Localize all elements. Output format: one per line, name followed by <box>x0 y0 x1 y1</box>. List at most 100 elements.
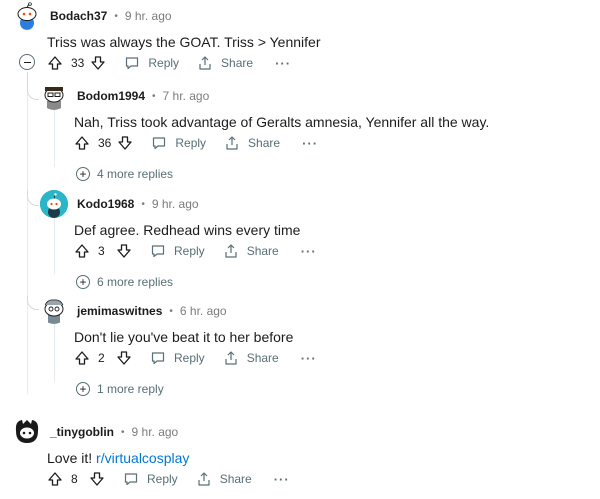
comment-time[interactable]: 9 hr. ago <box>125 9 172 23</box>
meta-separator: • <box>121 426 125 438</box>
vote-group: 36 <box>74 135 133 151</box>
share-label: Share <box>246 244 279 258</box>
comment-text: Love it! <box>47 450 97 466</box>
more-replies-link[interactable]: + 6 more replies <box>76 274 173 290</box>
share-button[interactable]: Share <box>196 471 252 487</box>
meta-separator: • <box>169 305 173 317</box>
upvote-icon[interactable] <box>74 350 90 366</box>
snoo-avatar-icon <box>40 190 68 218</box>
vote-group: 2 <box>74 350 132 366</box>
downvote-icon[interactable] <box>90 55 106 71</box>
avatar[interactable] <box>13 417 41 445</box>
share-button[interactable]: Share <box>224 135 280 151</box>
comment-body: Def agree. Redhead wins every time <box>74 222 301 238</box>
comment-body: Nah, Triss took advantage of Geralts amn… <box>74 114 490 130</box>
vote-count: 33 <box>71 56 85 70</box>
comment-time[interactable]: 9 hr. ago <box>152 197 199 211</box>
thread-line-kodo <box>54 218 55 274</box>
reply-button[interactable]: Reply <box>123 471 178 487</box>
avatar[interactable] <box>13 2 41 30</box>
more-options-button[interactable]: ··· <box>275 56 291 71</box>
reply-label: Reply <box>148 56 180 70</box>
comment-actions: 36 Reply Share ··· <box>74 133 318 153</box>
share-button[interactable]: Share <box>197 55 253 71</box>
upvote-icon[interactable] <box>47 471 63 487</box>
share-icon <box>199 56 211 70</box>
comment-author[interactable]: Bodach37 <box>50 9 107 23</box>
share-icon <box>226 136 238 150</box>
thread-curve-3 <box>27 296 39 310</box>
comment-actions: 33 Reply Share ··· <box>47 53 291 73</box>
more-replies-link[interactable]: + 4 more replies <box>76 166 173 182</box>
more-options-button[interactable]: ··· <box>302 136 318 151</box>
downvote-icon[interactable] <box>116 350 132 366</box>
share-label: Share <box>246 351 279 365</box>
upvote-icon[interactable] <box>74 243 90 259</box>
comment-actions: 8 Reply Share ··· <box>47 469 290 489</box>
comment-actions: 2 Reply Share ··· <box>74 348 317 368</box>
more-options-button[interactable]: ··· <box>301 351 317 366</box>
more-replies-link[interactable]: + 1 more reply <box>76 381 164 397</box>
downvote-icon[interactable] <box>89 471 105 487</box>
share-label: Share <box>219 472 252 486</box>
comment-author[interactable]: jemimaswitnes <box>77 304 162 318</box>
thread-line-bodom <box>54 110 55 167</box>
comment-meta: _tinygoblin • 9 hr. ago <box>50 424 178 440</box>
snoo-avatar-icon <box>15 420 39 443</box>
collapse-icon <box>23 61 31 63</box>
reply-button[interactable]: Reply <box>150 350 205 366</box>
avatar[interactable] <box>40 296 68 324</box>
reply-label: Reply <box>147 472 178 486</box>
downvote-icon[interactable] <box>116 243 132 259</box>
reply-button[interactable]: Reply <box>151 135 206 151</box>
meta-separator: • <box>141 198 145 210</box>
expand-icon: + <box>76 382 90 396</box>
upvote-icon[interactable] <box>74 135 90 151</box>
reply-button[interactable]: Reply <box>124 55 179 71</box>
thread-line-root <box>27 72 28 394</box>
snoo-avatar-icon <box>44 299 64 324</box>
downvote-icon[interactable] <box>117 135 133 151</box>
vote-group: 33 <box>47 55 106 71</box>
share-label: Share <box>248 136 281 150</box>
reply-label: Reply <box>174 244 205 258</box>
comment-actions: 3 Reply Share ··· <box>74 241 317 261</box>
more-replies-label: 4 more replies <box>97 167 174 181</box>
avatar[interactable] <box>40 190 68 218</box>
comment-time[interactable]: 6 hr. ago <box>180 304 227 318</box>
subreddit-link[interactable]: r/virtualcosplay <box>96 450 189 466</box>
reply-button[interactable]: Reply <box>150 243 205 259</box>
share-label: Share <box>221 56 254 70</box>
thread-curve-2 <box>27 190 39 206</box>
upvote-icon[interactable] <box>47 55 63 71</box>
comment-time[interactable]: 9 hr. ago <box>132 425 179 439</box>
more-options-button[interactable]: ··· <box>274 472 290 487</box>
comment-body: Don't lie you've beat it to her before <box>74 329 294 345</box>
comment-body: Love it! r/virtualcosplay <box>47 449 189 467</box>
meta-separator: • <box>114 10 118 22</box>
share-button[interactable]: Share <box>223 243 279 259</box>
vote-group: 3 <box>74 243 132 259</box>
vote-group: 8 <box>47 471 105 487</box>
share-button[interactable]: Share <box>223 350 279 366</box>
comment-author[interactable]: Bodom1994 <box>77 89 145 103</box>
reply-icon <box>151 245 165 258</box>
snoo-avatar-icon <box>17 2 37 30</box>
thread-line-jemima <box>54 324 55 382</box>
vote-count: 3 <box>98 244 105 258</box>
reply-icon <box>151 352 165 365</box>
comment-time[interactable]: 7 hr. ago <box>163 89 210 103</box>
share-icon <box>225 351 237 365</box>
comment-meta: Bodom1994 • 7 hr. ago <box>77 88 209 104</box>
comment-meta: Kodo1968 • 9 hr. ago <box>77 196 199 212</box>
share-icon <box>225 244 237 258</box>
avatar[interactable] <box>40 82 68 110</box>
more-options-button[interactable]: ··· <box>301 244 317 259</box>
comment-meta: jemimaswitnes • 6 hr. ago <box>77 303 227 319</box>
collapse-button[interactable] <box>19 54 35 70</box>
vote-count: 36 <box>98 136 112 150</box>
more-replies-label: 6 more replies <box>97 275 174 289</box>
comment-author[interactable]: Kodo1968 <box>77 197 134 211</box>
comment-author[interactable]: _tinygoblin <box>50 425 114 439</box>
reply-label: Reply <box>174 351 205 365</box>
